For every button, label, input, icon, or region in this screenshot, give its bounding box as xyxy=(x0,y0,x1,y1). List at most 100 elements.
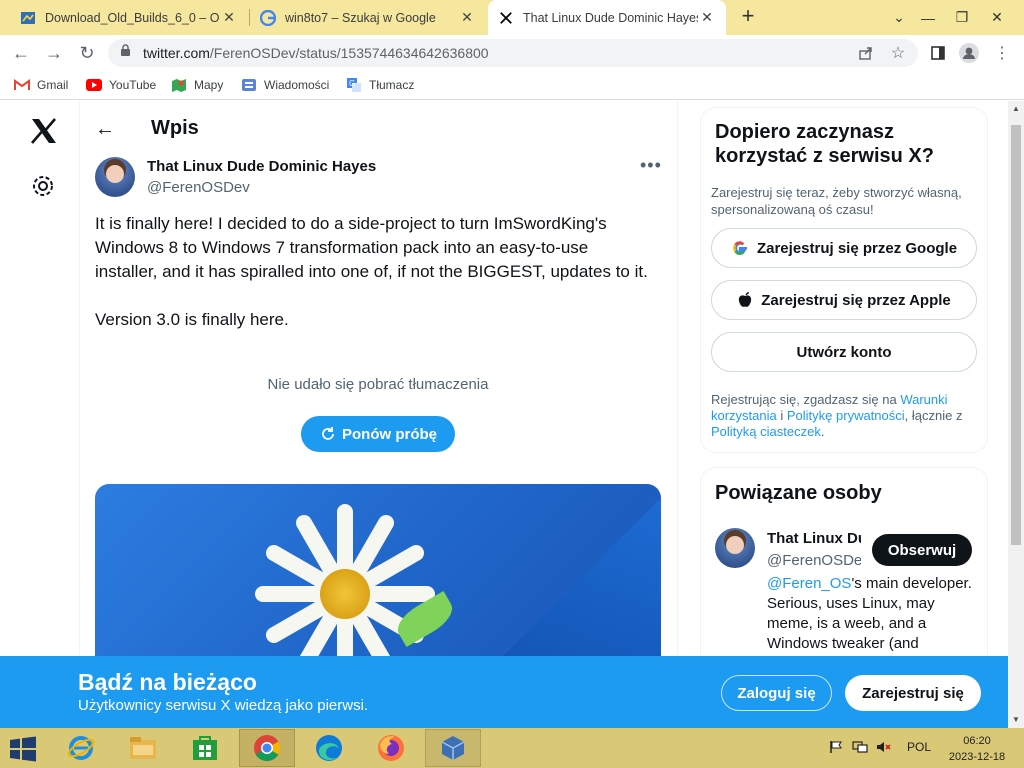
signup-title: Dopiero zaczynasz korzystać z serwisu X? xyxy=(715,121,934,167)
follow-label: Obserwuj xyxy=(887,541,957,559)
x-logo-icon[interactable] xyxy=(28,115,60,147)
action-center-flag-icon[interactable] xyxy=(829,740,843,757)
url-text: twitter.com/FerenOSDev/status/1535744634… xyxy=(143,45,489,61)
menu-kebab-icon[interactable]: ⋮ xyxy=(989,40,1015,66)
file-explorer-icon[interactable] xyxy=(115,729,171,767)
tab-title: That Linux Dude Dominic Hayes xyxy=(523,10,698,25)
signup-apple-button[interactable]: Zarejestruj się przez Apple xyxy=(711,280,977,320)
tab-download-old-builds[interactable]: Download_Old_Builds_6_0 – Orac ✕ xyxy=(10,0,248,35)
create-account-label: Utwórz konto xyxy=(796,343,892,361)
back-arrow-icon[interactable]: ← xyxy=(95,118,115,141)
reload-icon[interactable]: ↻ xyxy=(74,40,100,66)
close-tab-icon[interactable]: ✕ xyxy=(698,9,716,26)
bookmark-label: YouTube xyxy=(109,78,157,92)
signup-google-button[interactable]: Zarejestruj się przez Google xyxy=(711,228,977,268)
related-title: Powiązane osoby xyxy=(715,482,882,504)
input-language[interactable]: POL xyxy=(907,740,931,754)
signup-card: Dopiero zaczynasz korzystać z serwisu X?… xyxy=(700,107,988,453)
chrome-icon[interactable] xyxy=(239,729,295,767)
share-icon[interactable] xyxy=(853,40,879,66)
tweet-column: ← Wpis That Linux Dude Dominic Hayes @Fe… xyxy=(79,101,678,728)
bookmark-label: Tłumacz xyxy=(369,78,415,92)
tab-twitter[interactable]: That Linux Dude Dominic Hayes ✕ xyxy=(488,0,726,35)
new-tab-button[interactable]: + xyxy=(736,5,760,29)
network-icon[interactable] xyxy=(852,740,868,757)
windows-taskbar: POL 06:20 2023-12-18 xyxy=(0,728,1024,768)
retry-button[interactable]: Ponów próbę xyxy=(301,416,455,452)
minimize-button[interactable]: — xyxy=(911,0,945,35)
bookmarks-bar: Gmail YouTube Mapy Wiadomości G Tłumacz xyxy=(0,70,1024,100)
volume-muted-icon[interactable] xyxy=(876,740,892,757)
tab-strip: Download_Old_Builds_6_0 – Orac ✕ win8to7… xyxy=(0,0,1024,35)
login-banner: Bądź na bieżąco Użytkownicy serwisu X wi… xyxy=(0,656,1008,728)
author-handle[interactable]: @FerenOSDev xyxy=(147,179,250,196)
browser-toolbar: ← → ↻ twitter.com/FerenOSDev/status/1535… xyxy=(0,35,1024,70)
close-tab-icon[interactable]: ✕ xyxy=(220,9,238,26)
avatar[interactable] xyxy=(95,157,135,197)
signup-subtitle: Zarejestruj się teraz, żeby stworzyć wła… xyxy=(711,185,962,217)
bookmark-gmail[interactable]: Gmail xyxy=(14,76,68,94)
login-label: Zaloguj się xyxy=(737,684,816,702)
scroll-down-arrow-icon[interactable]: ▼ xyxy=(1008,712,1024,728)
bookmark-label: Wiadomości xyxy=(264,78,330,92)
forward-icon[interactable]: → xyxy=(41,40,67,66)
google-icon xyxy=(260,9,276,26)
scroll-thumb[interactable] xyxy=(1011,125,1021,545)
svg-text:G: G xyxy=(349,79,355,88)
close-tab-icon[interactable]: ✕ xyxy=(458,9,476,26)
banner-title: Bądź na bieżąco xyxy=(78,669,257,695)
clock-date: 2023-12-18 xyxy=(948,751,1006,763)
bookmark-mapy[interactable]: Mapy xyxy=(171,76,223,94)
terms-part: Rejestrując się, zgadzasz się na xyxy=(711,392,901,407)
tab-title: win8to7 – Szukaj w Google xyxy=(285,10,436,25)
google-g-icon xyxy=(731,239,749,257)
tab-title: Download_Old_Builds_6_0 – Orac xyxy=(45,10,220,25)
related-bio: @Feren_OS's main developer. Serious, use… xyxy=(767,574,977,654)
back-icon[interactable]: ← xyxy=(8,40,34,66)
privacy-policy-link[interactable]: Politykę prywatności xyxy=(787,408,905,423)
more-options-icon[interactable]: ••• xyxy=(640,155,662,176)
login-button[interactable]: Zaloguj się xyxy=(721,675,832,711)
register-button[interactable]: Zarejestruj się xyxy=(845,675,981,711)
page-scrollbar[interactable]: ▲ ▼ xyxy=(1008,101,1024,728)
bookmark-tlumacz[interactable]: G Tłumacz xyxy=(346,76,414,94)
page-title: Wpis xyxy=(151,117,199,139)
web-page: ← Wpis That Linux Dude Dominic Hayes @Fe… xyxy=(0,101,1008,728)
create-account-button[interactable]: Utwórz konto xyxy=(711,332,977,372)
bio-mention-link[interactable]: @Feren_OS xyxy=(767,575,851,592)
tab-google-search[interactable]: win8to7 – Szukaj w Google ✕ xyxy=(250,0,486,35)
news-icon xyxy=(241,78,257,92)
edge-icon[interactable] xyxy=(301,729,357,767)
internet-explorer-icon[interactable] xyxy=(53,729,109,767)
bookmark-youtube[interactable]: YouTube xyxy=(86,76,156,94)
author-name[interactable]: That Linux Dude Dominic Hayes xyxy=(147,158,376,175)
related-name[interactable]: That Linux Dude Dominic Hayes xyxy=(767,530,861,547)
maps-icon xyxy=(171,78,187,92)
scroll-up-arrow-icon[interactable]: ▲ xyxy=(1008,101,1024,117)
restore-button[interactable]: ❐ xyxy=(945,0,979,35)
terms-part: . xyxy=(820,424,825,439)
related-handle[interactable]: @FerenOSDev xyxy=(767,552,861,569)
store-icon[interactable] xyxy=(177,729,233,767)
x-icon xyxy=(498,10,514,26)
windows-start-icon[interactable] xyxy=(8,736,38,762)
url-host: twitter.com xyxy=(143,45,210,61)
bookmark-star-icon[interactable]: ☆ xyxy=(885,40,911,66)
close-window-button[interactable]: ✕ xyxy=(980,0,1014,35)
register-label: Zarejestruj się xyxy=(862,684,964,702)
related-avatar[interactable] xyxy=(715,528,755,568)
lock-icon[interactable] xyxy=(120,44,131,62)
address-bar[interactable]: twitter.com/FerenOSDev/status/1535744634… xyxy=(108,39,918,67)
cookie-policy-link[interactable]: Polityką ciasteczek xyxy=(711,424,821,439)
virtualbox-icon[interactable] xyxy=(425,729,481,767)
bookmark-label: Gmail xyxy=(37,78,69,92)
follow-button[interactable]: Obserwuj xyxy=(872,534,972,566)
bookmark-wiadomosci[interactable]: Wiadomości xyxy=(241,76,329,94)
profile-icon[interactable] xyxy=(956,40,982,66)
firefox-icon[interactable] xyxy=(363,729,419,767)
tweet-paragraph: It is finally here! I decided to do a si… xyxy=(95,214,648,281)
settings-gear-icon[interactable] xyxy=(30,173,56,199)
side-panel-icon[interactable] xyxy=(925,40,951,66)
signup-google-label: Zarejestruj się przez Google xyxy=(756,239,958,257)
system-clock[interactable]: 06:20 2023-12-18 xyxy=(942,733,1012,765)
